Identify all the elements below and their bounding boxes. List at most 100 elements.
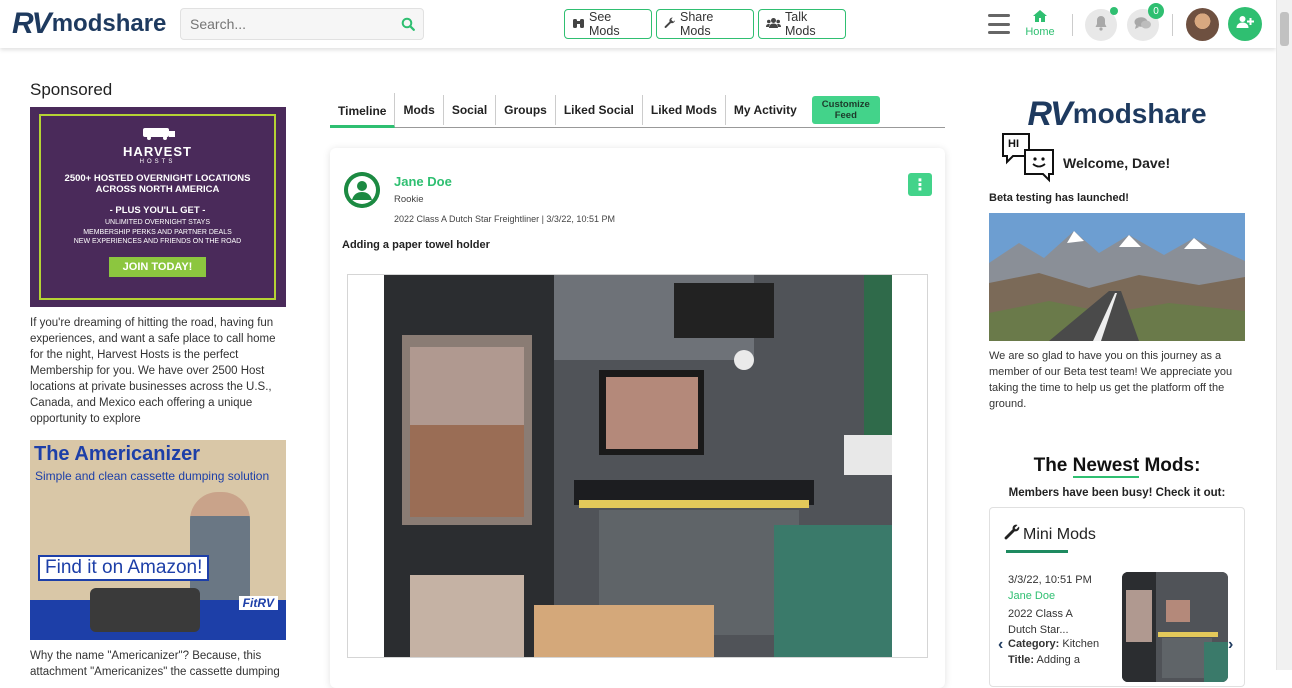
share-mods-button[interactable]: Share Mods bbox=[656, 9, 754, 39]
ad2-subtitle: Simple and clean cassette dumping soluti… bbox=[35, 469, 270, 483]
messages-button[interactable]: 0 bbox=[1127, 3, 1164, 41]
wrench-icon bbox=[664, 17, 676, 32]
welcome-sidebar: RV modshare HI Welcome, Dave! Beta testi… bbox=[989, 94, 1245, 687]
ad-brand-sub: HOSTS bbox=[139, 159, 176, 165]
ad-headline-2: ACROSS NORTH AMERICA bbox=[95, 184, 220, 195]
post-author-name[interactable]: Jane Doe bbox=[394, 174, 452, 189]
newest-prefix: The bbox=[1033, 455, 1073, 476]
post-options-button[interactable]: ⋮ bbox=[908, 173, 932, 196]
mini-mod-thumbnail[interactable] bbox=[1122, 572, 1228, 682]
harvest-hosts-description: If you're dreaming of hitting the road, … bbox=[30, 317, 276, 425]
newest-underlined: Newest bbox=[1072, 455, 1140, 478]
americanizer-ad[interactable]: The Americanizer Simple and clean casset… bbox=[30, 440, 286, 640]
post-photo[interactable] bbox=[384, 275, 892, 657]
sidebar-logo-rv: RV bbox=[1027, 94, 1072, 133]
ad-headline-1: 2500+ HOSTED OVERNIGHT LOCATIONS bbox=[64, 173, 251, 184]
chat-icon bbox=[1134, 16, 1152, 35]
harvest-hosts-ad[interactable]: HARVEST HOSTS 2500+ HOSTED OVERNIGHT LOC… bbox=[30, 107, 286, 307]
post-author-avatar[interactable] bbox=[344, 172, 380, 208]
customize-feed-button[interactable]: Customize Feed bbox=[811, 96, 880, 124]
tab-social[interactable]: Social bbox=[444, 95, 497, 125]
kebab-menu-icon: ⋮ bbox=[912, 176, 928, 194]
tab-timeline[interactable]: Timeline bbox=[330, 92, 396, 128]
ad2-brand: FitRV bbox=[238, 596, 278, 610]
mini-mods-title-row: Mini Mods bbox=[1004, 524, 1096, 545]
mini-mods-title: Mini Mods bbox=[1023, 525, 1096, 543]
mini-mod-author[interactable]: Jane Doe bbox=[1008, 590, 1055, 602]
user-avatar[interactable] bbox=[1186, 8, 1219, 41]
tab-groups[interactable]: Groups bbox=[496, 95, 556, 125]
post-text: Adding a paper towel holder bbox=[342, 239, 490, 251]
home-link[interactable]: Home bbox=[1024, 9, 1056, 38]
feed: Timeline Mods Social Groups Liked Social… bbox=[330, 92, 945, 688]
tab-my-activity[interactable]: My Activity bbox=[726, 95, 805, 125]
talk-mods-button[interactable]: Talk Mods bbox=[758, 9, 846, 39]
ad2-title: The Americanizer bbox=[34, 443, 200, 465]
sponsored-sidebar: Sponsored HARVEST HOSTS 2500+ HOSTED OVE… bbox=[30, 80, 286, 680]
sponsored-heading: Sponsored bbox=[30, 80, 113, 99]
tab-mods[interactable]: Mods bbox=[395, 95, 444, 125]
see-mods-button[interactable]: See Mods bbox=[564, 9, 652, 39]
logo-rv: RV bbox=[12, 7, 52, 40]
mini-mod-title: Title: Adding a bbox=[1008, 654, 1080, 666]
hamburger-menu-icon[interactable] bbox=[988, 14, 1010, 34]
top-navbar: RV modshare See Mods Share Mods Talk Mod… bbox=[0, 0, 1276, 48]
welcome-body: We are so glad to have you on this journ… bbox=[989, 350, 1233, 410]
ad-join-button[interactable]: JOIN TODAY! bbox=[108, 256, 207, 277]
post-meta: 2022 Class A Dutch Star Freightliner | 3… bbox=[394, 214, 615, 224]
search-icon[interactable] bbox=[393, 17, 423, 31]
mini-mods-card: Mini Mods 3/3/22, 10:51 PM Jane Doe 2022… bbox=[989, 507, 1245, 687]
ad-perk-2: MEMBERSHIP PERKS AND PARTNER DEALS bbox=[83, 228, 232, 236]
search-box bbox=[180, 8, 424, 40]
category-label: Category: bbox=[1008, 638, 1060, 650]
wrench-icon bbox=[1004, 524, 1020, 545]
members-busy-text: Members have been busy! Check it out: bbox=[1008, 487, 1226, 499]
user-plus-icon bbox=[1236, 15, 1254, 34]
bell-icon bbox=[1094, 15, 1108, 36]
ad2-person-image bbox=[190, 492, 250, 602]
customize-label-1: Customize bbox=[821, 99, 870, 110]
americanizer-description: Why the name "Americanizer"? Because, th… bbox=[30, 650, 280, 678]
newest-suffix: Mods: bbox=[1139, 455, 1201, 476]
feed-tabs: Timeline Mods Social Groups Liked Social… bbox=[330, 92, 945, 128]
mini-mod-category: Category: Kitchen bbox=[1008, 638, 1099, 650]
sidebar-logo-text: modshare bbox=[1072, 98, 1207, 129]
carousel-next-icon[interactable]: › bbox=[1228, 636, 1233, 654]
add-friend-button[interactable] bbox=[1228, 7, 1262, 41]
scrollbar-thumb[interactable] bbox=[1280, 12, 1289, 46]
notifications-button[interactable] bbox=[1085, 7, 1118, 41]
divider bbox=[1172, 14, 1173, 36]
users-icon bbox=[766, 17, 781, 32]
category-value: Kitchen bbox=[1062, 638, 1100, 650]
post-image-frame bbox=[347, 274, 928, 658]
customize-label-2: Feed bbox=[834, 110, 857, 121]
ad-plus: - PLUS YOU'LL GET - bbox=[109, 205, 206, 216]
mini-mods-underline bbox=[1006, 550, 1068, 553]
modshare-logo[interactable]: RV modshare bbox=[12, 7, 166, 40]
home-label: Home bbox=[1025, 26, 1055, 38]
notification-dot bbox=[1110, 7, 1118, 15]
tab-liked-social[interactable]: Liked Social bbox=[556, 95, 643, 125]
welcome-text: Welcome, Dave! bbox=[1063, 155, 1171, 171]
divider bbox=[1072, 14, 1073, 36]
see-mods-label: See Mods bbox=[589, 10, 620, 38]
ad-brand: HARVEST bbox=[123, 144, 192, 159]
ad-perk-3: NEW EXPERIENCES AND FRIENDS ON THE ROAD bbox=[73, 238, 242, 245]
bubble-hi-text: HI bbox=[1008, 138, 1019, 150]
post-card: Jane Doe Rookie 2022 Class A Dutch Star … bbox=[330, 148, 945, 688]
title-label: Title: bbox=[1008, 654, 1035, 666]
home-icon bbox=[1024, 9, 1056, 26]
tab-liked-mods[interactable]: Liked Mods bbox=[643, 95, 726, 125]
search-input[interactable] bbox=[190, 16, 393, 32]
carousel-prev-icon[interactable]: ‹ bbox=[998, 636, 1003, 654]
chat-bubbles-icon: HI bbox=[1001, 132, 1055, 186]
ad-perk-1: UNLIMITED OVERNIGHT STAYS bbox=[104, 219, 210, 226]
page-scrollbar[interactable] bbox=[1276, 0, 1292, 670]
welcome-row: HI Welcome, Dave! bbox=[1001, 132, 1171, 186]
post-author-rank: Rookie bbox=[394, 194, 424, 205]
share-mods-label: Share Mods bbox=[680, 10, 714, 38]
mini-mod-date: 3/3/22, 10:51 PM bbox=[1008, 574, 1092, 586]
newest-mods-heading: The Newest Mods: bbox=[989, 455, 1245, 478]
ad2-amazon-label: Find it on Amazon! bbox=[38, 555, 210, 581]
talk-mods-label: Talk Mods bbox=[785, 10, 816, 38]
